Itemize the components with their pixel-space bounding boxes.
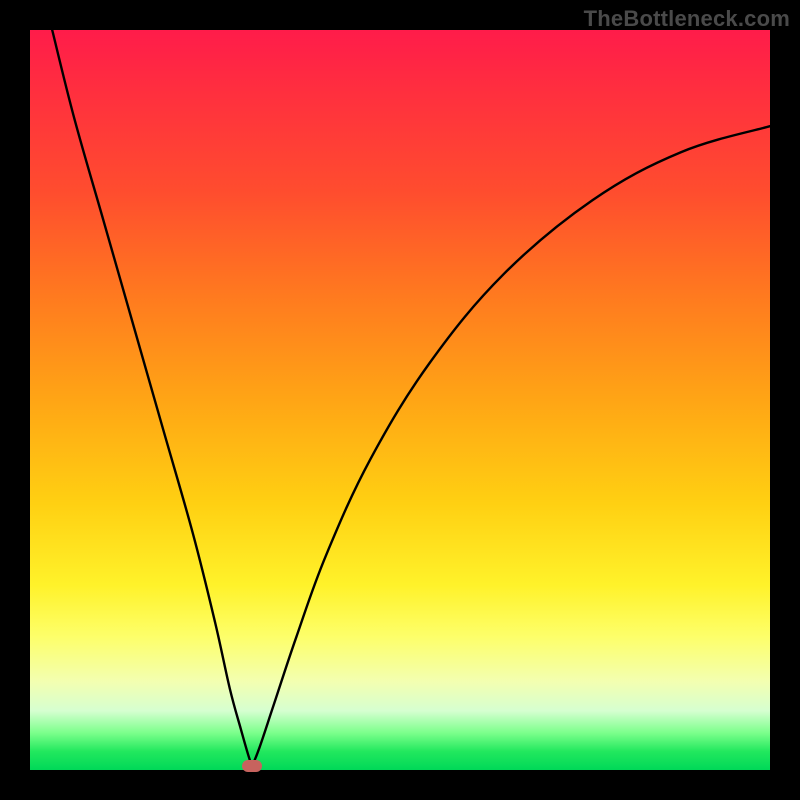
curve-right-branch <box>252 126 770 766</box>
chart-plot-area <box>30 30 770 770</box>
minimum-marker <box>242 760 262 772</box>
watermark-text: TheBottleneck.com <box>584 6 790 32</box>
curve-left-branch <box>52 30 252 766</box>
chart-frame: TheBottleneck.com <box>0 0 800 800</box>
bottleneck-curve <box>30 30 770 770</box>
